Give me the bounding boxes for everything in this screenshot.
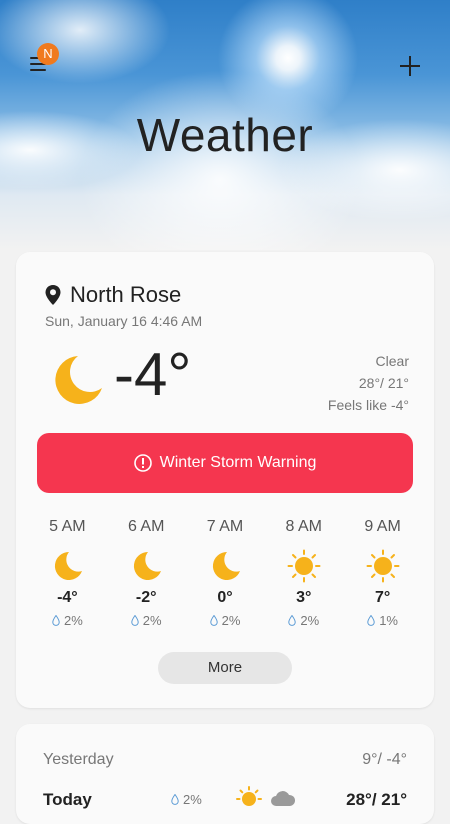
hourly-item[interactable]: 9 AM 7° 1% (343, 518, 422, 628)
cloud-icon (271, 791, 296, 806)
hour-time: 6 AM (127, 518, 165, 535)
location-name: North Rose (70, 282, 182, 307)
hourly-forecast: 5 AM -4° 2% 6 AM -2° 2% 7 AM 0° 2% 8 AM … (28, 518, 422, 628)
hourly-item[interactable]: 5 AM -4° 2% (28, 518, 107, 628)
today-temps: 28°/ 21° (346, 790, 407, 809)
daily-forecast-card: Yesterday 9°/ -4° Today 2% 28°/ 21° (16, 724, 434, 824)
hour-precipitation: 2% (186, 613, 265, 628)
more-button[interactable]: More (158, 652, 292, 684)
sun-icon (366, 549, 400, 583)
moon-icon (55, 356, 102, 404)
notification-badge: N (37, 43, 59, 65)
hour-temperature: -2° (135, 589, 157, 606)
moon-icon (134, 551, 162, 580)
current-temperature: -4° (114, 341, 192, 408)
condition-text: Clear (375, 353, 409, 369)
sun-icon (236, 786, 262, 806)
add-location-button[interactable] (396, 52, 424, 80)
hourly-item[interactable]: 6 AM -2° 2% (107, 518, 186, 628)
hour-time: 8 AM (285, 518, 323, 535)
hour-time: 9 AM (364, 518, 401, 535)
raindrop-icon (288, 615, 297, 626)
moon-icon (55, 551, 83, 580)
hour-pop-value: 2% (142, 613, 162, 628)
raindrop-icon (367, 615, 375, 626)
sun-icon (287, 549, 321, 583)
winter-storm-warning-banner[interactable]: Winter Storm Warning (37, 433, 413, 493)
current-weather-card: North Rose Sun, January 16 4:46 AM -4° C… (16, 252, 434, 708)
hour-precipitation: 2% (28, 613, 107, 628)
hamburger-icon-bar (30, 69, 46, 71)
hour-time: 7 AM (206, 518, 244, 535)
hour-precipitation: 1% (343, 613, 422, 628)
hour-pop-value: 2% (221, 613, 241, 628)
hour-time: 5 AM (49, 518, 86, 535)
hour-pop-value: 1% (379, 613, 398, 628)
high-low-temps: 28°/ 21° (358, 375, 409, 391)
today-label[interactable]: Today (43, 790, 92, 810)
yesterday-label: Yesterday (43, 751, 114, 768)
hour-pop-value: 2% (64, 613, 83, 628)
raindrop-icon (52, 615, 60, 626)
hour-pop-value: 2% (300, 613, 320, 628)
yesterday-temps: 9°/ -4° (362, 751, 407, 768)
current-datetime: Sun, January 16 4:46 AM (45, 313, 203, 329)
raindrop-icon (131, 615, 139, 626)
warning-label: Winter Storm Warning (159, 454, 317, 471)
hour-temperature: -4° (57, 589, 78, 606)
hourly-item[interactable]: 8 AM 3° 2% (264, 518, 343, 628)
hourly-item[interactable]: 7 AM 0° 2% (186, 518, 265, 628)
condition-summary: Clear 28°/ 21° Feels like -4° (328, 350, 409, 416)
hour-precipitation: 2% (264, 613, 343, 628)
header-sky-background: N Weather (0, 0, 450, 250)
location-row[interactable]: North Rose (44, 282, 181, 308)
feels-like: Feels like -4° (327, 397, 409, 413)
raindrop-icon (209, 615, 218, 626)
hour-precipitation: 2% (107, 613, 186, 628)
page-title: Weather (136, 109, 314, 161)
alert-icon (133, 454, 152, 472)
location-pin-icon (45, 285, 61, 305)
hour-temperature: 0° (217, 589, 233, 606)
moon-icon (212, 551, 240, 580)
hour-temperature: 7° (374, 589, 391, 606)
hour-temperature: 3° (296, 589, 312, 606)
